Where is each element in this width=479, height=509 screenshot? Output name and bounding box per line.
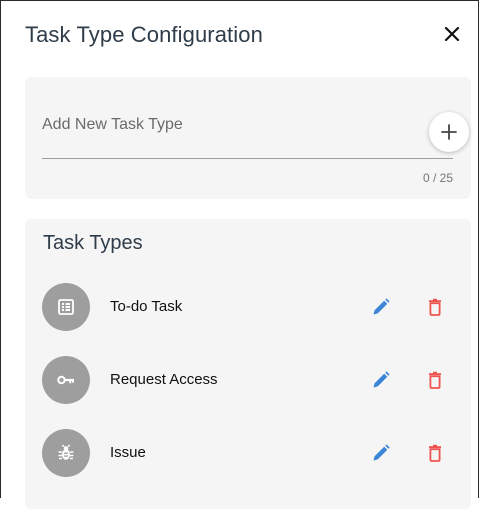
task-type-label: To-do Task	[110, 298, 183, 315]
task-types-heading: Task Types	[43, 232, 143, 254]
task-types-card: Task Types To-do Task Request Access Iss…	[25, 219, 471, 509]
pencil-icon	[373, 371, 390, 388]
trash-icon	[429, 444, 441, 462]
task-type-dialog: Task Type Configuration 0 / 25 Task Type…	[0, 0, 479, 509]
task-type-avatar	[42, 283, 90, 331]
add-task-type-field	[42, 103, 469, 159]
task-type-label: Request Access	[110, 371, 218, 388]
task-type-row: Issue	[25, 429, 471, 477]
bug-icon	[58, 444, 74, 460]
plus-icon	[441, 124, 457, 140]
list-icon	[58, 299, 74, 315]
edit-button[interactable]	[369, 295, 393, 319]
task-type-row: Request Access	[25, 356, 471, 404]
task-type-input[interactable]	[42, 103, 402, 147]
close-button[interactable]	[439, 21, 465, 47]
trash-icon	[429, 371, 441, 389]
task-type-avatar	[42, 429, 90, 477]
dialog-title: Task Type Configuration	[25, 22, 263, 47]
delete-button[interactable]	[423, 368, 447, 392]
input-underline	[42, 158, 453, 159]
edit-button[interactable]	[369, 368, 393, 392]
delete-button[interactable]	[423, 295, 447, 319]
key-icon	[57, 375, 74, 385]
trash-icon	[429, 298, 441, 316]
dialog-header: Task Type Configuration	[25, 21, 465, 53]
pencil-icon	[373, 298, 390, 315]
pencil-icon	[373, 444, 390, 461]
add-task-type-card: 0 / 25	[25, 77, 471, 199]
add-task-type-button[interactable]	[429, 112, 469, 152]
task-type-label: Issue	[110, 444, 146, 461]
task-type-avatar	[42, 356, 90, 404]
task-type-row: To-do Task	[25, 283, 471, 331]
close-icon	[444, 26, 460, 42]
edit-button[interactable]	[369, 441, 393, 465]
delete-button[interactable]	[423, 441, 447, 465]
character-counter: 0 / 25	[422, 171, 453, 185]
